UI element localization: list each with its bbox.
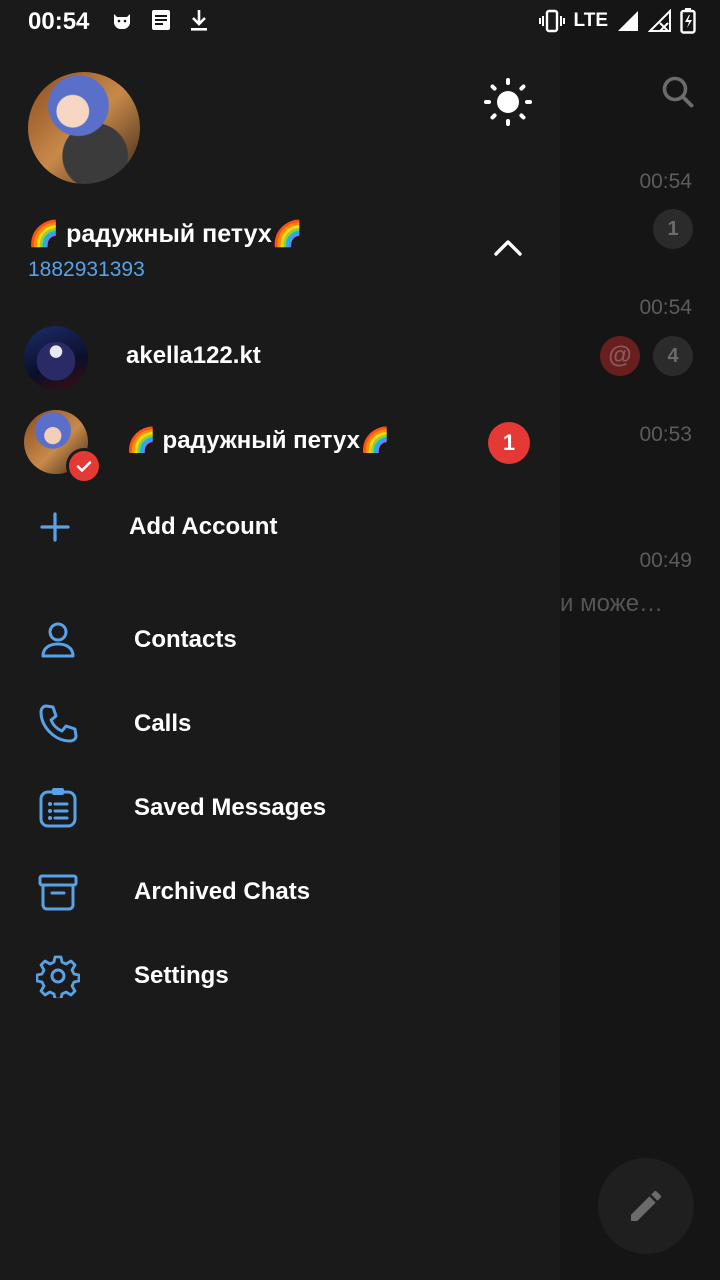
mention-badge: @ <box>600 336 640 376</box>
unread-count-badge: 1 <box>488 422 530 464</box>
account-name: akella122.kt <box>126 342 261 369</box>
theme-toggle-icon[interactable] <box>484 78 532 126</box>
contacts-icon <box>41 622 75 658</box>
user-name: 🌈 радужный петух🌈 <box>28 220 303 248</box>
download-icon <box>191 10 207 31</box>
chat-time: 00:54 <box>639 170 692 193</box>
drawer-header: 🌈 радужный петух🌈 1882931393 <box>0 0 560 300</box>
status-bar: 00:54 LTE <box>0 0 720 44</box>
menu-label: Archived Chats <box>134 878 311 905</box>
system-icons: LTE <box>538 8 696 34</box>
settings-icon <box>36 955 80 998</box>
menu-item-settings[interactable]: Settings <box>0 934 560 1018</box>
add-account-label: Add Account <box>129 513 278 540</box>
network-type: LTE <box>573 10 608 31</box>
vibrate-icon <box>538 9 565 33</box>
menu-label: Settings <box>134 962 229 989</box>
phone-icon <box>39 704 78 743</box>
pencil-icon <box>631 1190 661 1221</box>
menu-label: Calls <box>134 710 192 737</box>
unread-badge: 4 <box>653 336 693 376</box>
account-item-active[interactable]: 🌈 радужный петух🌈 1 <box>0 400 560 484</box>
menu-item-calls[interactable]: Calls <box>0 682 560 766</box>
check-icon <box>66 448 102 484</box>
chat-time: 00:53 <box>639 423 692 446</box>
notification-icons <box>110 8 210 32</box>
navigation-drawer: 🌈 радужный петух🌈 1882931393 akella122.k… <box>0 0 560 1280</box>
menu-item-contacts[interactable]: Contacts <box>0 598 560 682</box>
menu-item-archived-chats[interactable]: Archived Chats <box>0 850 560 934</box>
status-time: 00:54 <box>28 8 90 35</box>
compose-button[interactable] <box>598 1158 694 1254</box>
chevron-up-icon[interactable] <box>492 234 524 262</box>
signal-off-icon <box>648 9 671 32</box>
menu-label: Saved Messages <box>134 794 327 821</box>
chat-time: 00:54 <box>639 296 692 319</box>
user-phone: 1882931393 <box>28 258 145 281</box>
chat-preview: и може… <box>560 590 664 617</box>
account-avatar <box>24 326 88 390</box>
search-icon[interactable] <box>660 74 696 110</box>
profile-avatar[interactable] <box>28 72 140 184</box>
menu-label: Contacts <box>134 626 237 653</box>
saved-messages-icon <box>39 788 77 828</box>
battery-icon <box>680 8 696 34</box>
plus-icon <box>40 512 70 542</box>
signal-icon <box>618 11 638 31</box>
menu-item-saved-messages[interactable]: Saved Messages <box>0 766 560 850</box>
document-icon <box>152 10 170 30</box>
unread-badge: 1 <box>653 209 693 249</box>
add-account-button[interactable]: Add Account <box>0 486 560 570</box>
cat-icon <box>114 14 130 30</box>
archive-icon <box>38 874 78 911</box>
chat-time: 00:49 <box>639 549 692 572</box>
account-name: 🌈 радужный петух🌈 <box>126 427 390 454</box>
account-item[interactable]: akella122.kt <box>0 316 560 400</box>
